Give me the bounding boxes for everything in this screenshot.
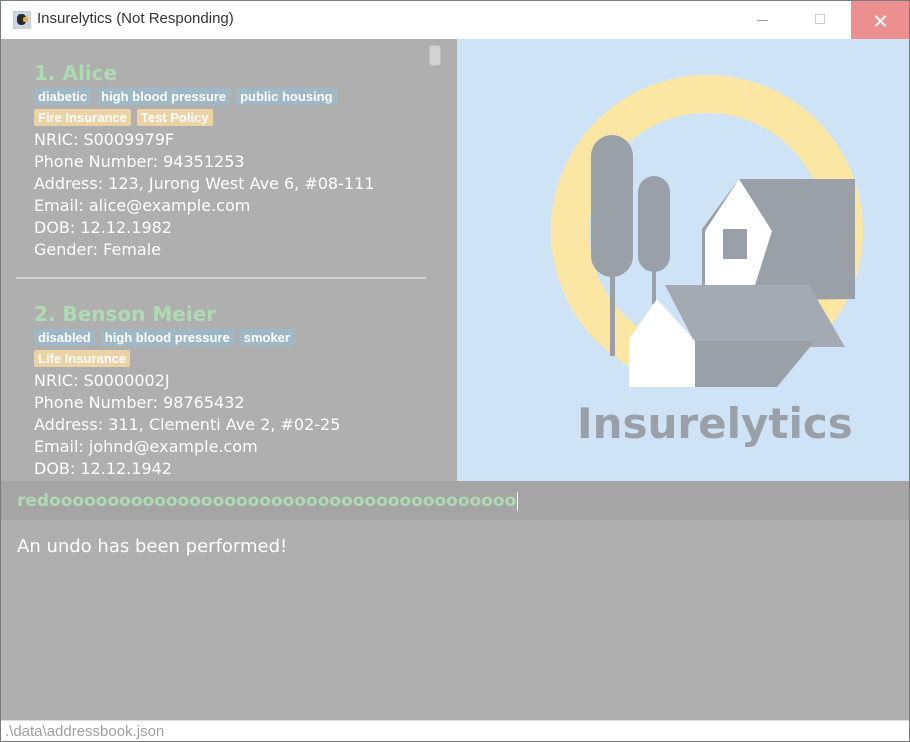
person-card[interactable]: 2. Benson Meier disabled high blood press…: [34, 300, 340, 480]
person-card[interactable]: 1. Alice diabetic high blood pressure publ…: [34, 59, 374, 261]
result-display: An undo has been performed!: [1, 520, 909, 720]
tag: public housing: [236, 88, 337, 105]
policy-tag: Fire Insurance: [34, 109, 131, 126]
tag-list: diabetic high blood pressure public housin…: [34, 88, 374, 108]
tag: smoker: [239, 329, 294, 346]
text-caret: [517, 491, 519, 511]
email-field: Email: johnd@example.com: [34, 437, 258, 456]
tag-list: disabled high blood pressure smoker: [34, 329, 340, 349]
title-bar[interactable]: Insurelytics (Not Responding): [1, 1, 909, 39]
policy-tag: Test Policy: [136, 109, 213, 126]
nric-field: NRIC: S0000002J: [34, 371, 170, 390]
person-list[interactable]: 1. Alice diabetic high blood pressure publ…: [1, 39, 456, 481]
maximize-button[interactable]: [792, 1, 850, 39]
dob-field: DOB: 12.12.1982: [34, 218, 172, 237]
gender-field: Gender: Female: [34, 240, 162, 259]
nric-field: NRIC: S0009979F: [34, 130, 175, 149]
status-bar: .\data\addressbook.json: [1, 720, 909, 741]
result-message: An undo has been performed!: [17, 536, 288, 557]
tag: high blood pressure: [100, 329, 234, 346]
save-location: .\data\addressbook.json: [5, 723, 165, 740]
logo-panel: Insurelytics: [457, 39, 909, 481]
address-field: Address: 311, Clementi Ave 2, #02-25: [34, 415, 341, 434]
person-name: 2. Benson Meier: [34, 302, 217, 326]
policy-list: Life Insurance: [34, 350, 340, 370]
email-field: Email: alice@example.com: [34, 196, 251, 215]
phone-field: Phone Number: 98765432: [34, 393, 245, 412]
minimize-button[interactable]: [734, 1, 792, 39]
app-logo-icon: [13, 11, 31, 29]
close-button[interactable]: [851, 1, 909, 39]
card-divider: [16, 277, 426, 279]
policy-list: Fire Insurance Test Policy: [34, 109, 374, 129]
command-input[interactable]: redooooooooooooooooooooooooooooooooooooo…: [1, 481, 909, 520]
brand-name: Insurelytics: [577, 399, 853, 448]
app-window: Insurelytics (Not Responding) 1. Alice d…: [0, 0, 910, 742]
phone-field: Phone Number: 94351253: [34, 152, 245, 171]
tag: disabled: [34, 329, 95, 346]
person-name: 1. Alice: [34, 61, 118, 85]
command-value: redooooooooooooooooooooooooooooooooooooo…: [17, 491, 517, 511]
dob-field: DOB: 12.12.1942: [34, 459, 172, 478]
tag: diabetic: [34, 88, 92, 105]
policy-tag: Life Insurance: [34, 350, 131, 367]
tag: high blood pressure: [97, 88, 231, 105]
scrollbar-thumb[interactable]: [429, 45, 441, 66]
window-title: Insurelytics (Not Responding): [37, 10, 234, 27]
address-field: Address: 123, Jurong West Ave 6, #08-111: [34, 174, 375, 193]
